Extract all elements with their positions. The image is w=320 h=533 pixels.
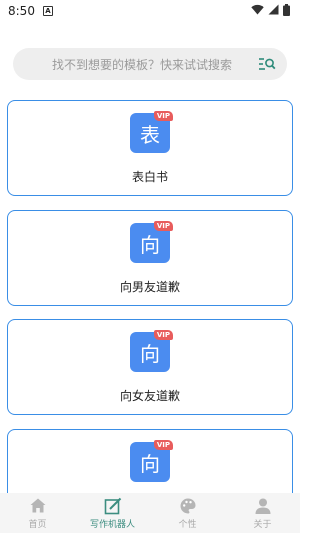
template-glyph: 向 (140, 232, 160, 257)
nav-writing-robot-label: 写作机器人 (89, 519, 135, 530)
template-icon: 向 VIP (130, 330, 173, 372)
vip-badge: VIP (153, 440, 173, 450)
search-input[interactable]: 找不到想要的模板？快来试试搜索 (13, 56, 253, 73)
nav-personalize-label: 个性 (178, 519, 197, 530)
template-glyph: 表 (140, 122, 160, 147)
bottom-nav: 首页 写作机器人 个性 关于 (0, 493, 300, 533)
template-card[interactable]: 向 VIP 向男友道歉 (7, 210, 293, 306)
template-icon: 向 VIP (130, 440, 173, 482)
vip-badge: VIP (153, 221, 173, 231)
template-title: 向男友道歉 (119, 280, 180, 294)
nav-about[interactable]: 关于 (225, 493, 300, 533)
wifi-icon (251, 4, 264, 18)
palette-icon (179, 497, 197, 515)
template-glyph: 向 (140, 451, 160, 476)
vip-badge: VIP (153, 111, 173, 121)
search-list-icon[interactable] (253, 48, 281, 80)
person-icon (254, 497, 272, 515)
template-glyph: 向 (140, 341, 160, 366)
app-notification-icon: A (42, 6, 53, 16)
nav-about-label: 关于 (253, 519, 272, 530)
nav-writing-robot[interactable]: 写作机器人 (75, 493, 150, 533)
template-card[interactable]: 向 VIP 向女友道歉 (7, 319, 293, 415)
vip-badge: VIP (153, 330, 173, 340)
template-title: 表白书 (131, 170, 168, 184)
template-card[interactable]: 表 VIP 表白书 (7, 100, 293, 196)
template-title: 向女友道歉 (119, 389, 180, 403)
search-bar[interactable]: 找不到想要的模板？快来试试搜索 (13, 48, 287, 80)
signal-icon (268, 4, 279, 18)
battery-icon (283, 3, 290, 19)
edit-icon (104, 497, 122, 515)
status-bar: 8:50 A (0, 0, 300, 22)
home-icon (29, 497, 47, 515)
template-icon: 表 VIP (130, 111, 173, 153)
nav-home-label: 首页 (28, 519, 47, 530)
template-icon: 向 VIP (130, 221, 173, 263)
nav-personalize[interactable]: 个性 (150, 493, 225, 533)
nav-home[interactable]: 首页 (0, 493, 75, 533)
status-time: 8:50 (8, 4, 35, 18)
